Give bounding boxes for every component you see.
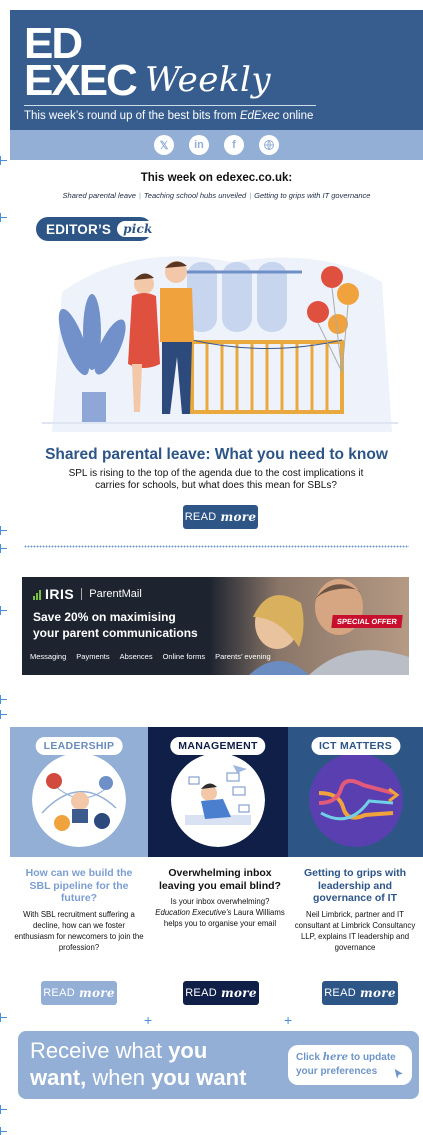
iris-parentmail-ad[interactable]: IRIS ParentMail Save 20% on maximising y…	[22, 577, 409, 675]
masthead: ED EXEC Weekly This week’s round up of t…	[10, 10, 423, 130]
iris-bars-icon	[33, 589, 41, 600]
link-separator: |	[138, 191, 141, 200]
ad-tag: Messaging	[30, 652, 67, 661]
column-leadership[interactable]: LEADERSHIP	[10, 727, 148, 857]
guide-tick	[0, 710, 8, 719]
ad-headline-line2: your parent communications	[33, 626, 198, 640]
leadership-body: With SBL recruitment suffering a decline…	[14, 909, 144, 952]
read-label: READ	[184, 511, 217, 523]
link-separator: |	[249, 191, 252, 200]
this-week-title: This week on edexec.co.uk:	[140, 172, 293, 184]
special-offer-badge: SPECIAL OFFER	[331, 615, 403, 628]
ict-read-more-button[interactable]: READ more	[322, 981, 398, 1005]
guide-plus-icon: +	[144, 1012, 153, 1028]
tag-leadership[interactable]: LEADERSHIP	[35, 737, 123, 755]
ad-tag: Payments	[76, 652, 110, 661]
read-script: more	[78, 986, 115, 1000]
preferences-headline: Receive what you want, when you want	[30, 1038, 247, 1090]
leadership-illustration	[32, 753, 126, 847]
article-title[interactable]: Shared parental leave: What you need to …	[10, 446, 423, 464]
guide-tick	[0, 1105, 8, 1114]
management-article: Overwhelming inbox leaving you email bli…	[153, 867, 287, 929]
logo-divider	[81, 588, 83, 600]
ad-feature-tags: Messaging Payments Absences Online forms…	[28, 652, 271, 661]
category-columns: LEADERSHIP MANAGEMENT ICT MATTERS	[10, 727, 423, 857]
read-script: more	[220, 986, 257, 1000]
dotted-divider	[24, 545, 409, 548]
editors-pick-label: EDITOR’S	[46, 221, 112, 237]
tagline: This week’s round up of the best bits fr…	[24, 110, 314, 122]
hero-illustration[interactable]	[42, 232, 398, 434]
ict-article: Getting to grips with leadership and gov…	[291, 867, 419, 953]
newsletter: ED EXEC Weekly This week’s round up of t…	[0, 10, 423, 1135]
read-script: more	[359, 986, 396, 1000]
leadership-read-more-button[interactable]: READ more	[41, 981, 117, 1005]
logo-weekly: Weekly	[145, 60, 272, 100]
this-week-links: Shared parental leave | Teaching school hu…	[10, 191, 423, 200]
cursor-icon	[393, 1067, 406, 1081]
column-management[interactable]: MANAGEMENT	[148, 727, 288, 857]
column-ict-matters[interactable]: ICT MATTERS	[288, 727, 423, 857]
leadership-article: How can we build the SBL pipeline for th…	[14, 867, 144, 953]
x-icon[interactable]: 𝕏	[154, 135, 174, 155]
guide-tick	[0, 606, 8, 615]
globe-icon[interactable]	[259, 135, 279, 155]
link-it-governance[interactable]: Getting to grips with IT governance	[254, 191, 370, 200]
link-teaching-school-hubs[interactable]: Teaching school hubs unveiled	[144, 191, 246, 200]
read-more-button[interactable]: READ more	[183, 505, 258, 529]
ad-headline: Save 20% on maximising your parent commu…	[33, 609, 263, 641]
ad-tag: Parents’ evening	[215, 652, 271, 661]
editors-pick-script: pick	[117, 221, 159, 237]
logo-rule	[24, 105, 316, 106]
read-label: READ	[43, 987, 75, 999]
link-shared-parental-leave[interactable]: Shared parental leave	[63, 191, 136, 200]
leadership-title[interactable]: How can we build the SBL pipeline for th…	[14, 867, 144, 905]
guide-tick	[0, 695, 8, 704]
guide-tick	[0, 156, 8, 165]
iris-logo: IRIS ParentMail	[33, 586, 142, 602]
management-title[interactable]: Overwhelming inbox leaving you email bli…	[153, 867, 287, 892]
ad-tag: Online forms	[162, 652, 206, 661]
ict-body: Neil Limbrick, partner and IT consultant…	[294, 909, 416, 952]
read-script: more	[220, 510, 257, 524]
read-label: READ	[185, 987, 217, 999]
tag-management[interactable]: MANAGEMENT	[170, 737, 266, 755]
guide-tick	[0, 1127, 8, 1135]
management-body: Is your inbox overwhelming? Education Ex…	[155, 897, 285, 928]
social-bar: 𝕏 in f	[10, 130, 423, 160]
guide-tick	[0, 1013, 8, 1022]
ad-product: ParentMail	[89, 588, 142, 600]
ad-headline-line1: Save 20% on maximising	[33, 610, 176, 624]
ad-tag: Absences	[119, 652, 153, 661]
logo-exec: EXEC	[24, 56, 138, 105]
ict-illustration	[308, 753, 403, 847]
ad-brand: IRIS	[45, 586, 75, 602]
guide-tick	[0, 526, 8, 535]
management-read-more-button[interactable]: READ more	[183, 981, 259, 1005]
preferences-banner[interactable]: Receive what you want, when you want Cli…	[18, 1031, 419, 1099]
read-label: READ	[324, 987, 356, 999]
article-description: SPL is rising to the top of the agenda d…	[68, 468, 364, 491]
tag-ict-matters[interactable]: ICT MATTERS	[310, 737, 401, 755]
update-preferences-button[interactable]: Click here to update your preferences	[288, 1045, 412, 1085]
preferences-btn-line2: your preferences	[296, 1066, 378, 1077]
linkedin-icon[interactable]: in	[189, 135, 209, 155]
guide-tick	[0, 213, 8, 222]
editors-pick-badge: EDITOR’S pick	[36, 217, 159, 241]
facebook-icon[interactable]: f	[224, 135, 244, 155]
management-illustration	[171, 753, 265, 847]
guide-plus-icon: +	[284, 1012, 293, 1028]
guide-tick	[0, 544, 8, 553]
ict-title[interactable]: Getting to grips with leadership and gov…	[291, 867, 419, 905]
